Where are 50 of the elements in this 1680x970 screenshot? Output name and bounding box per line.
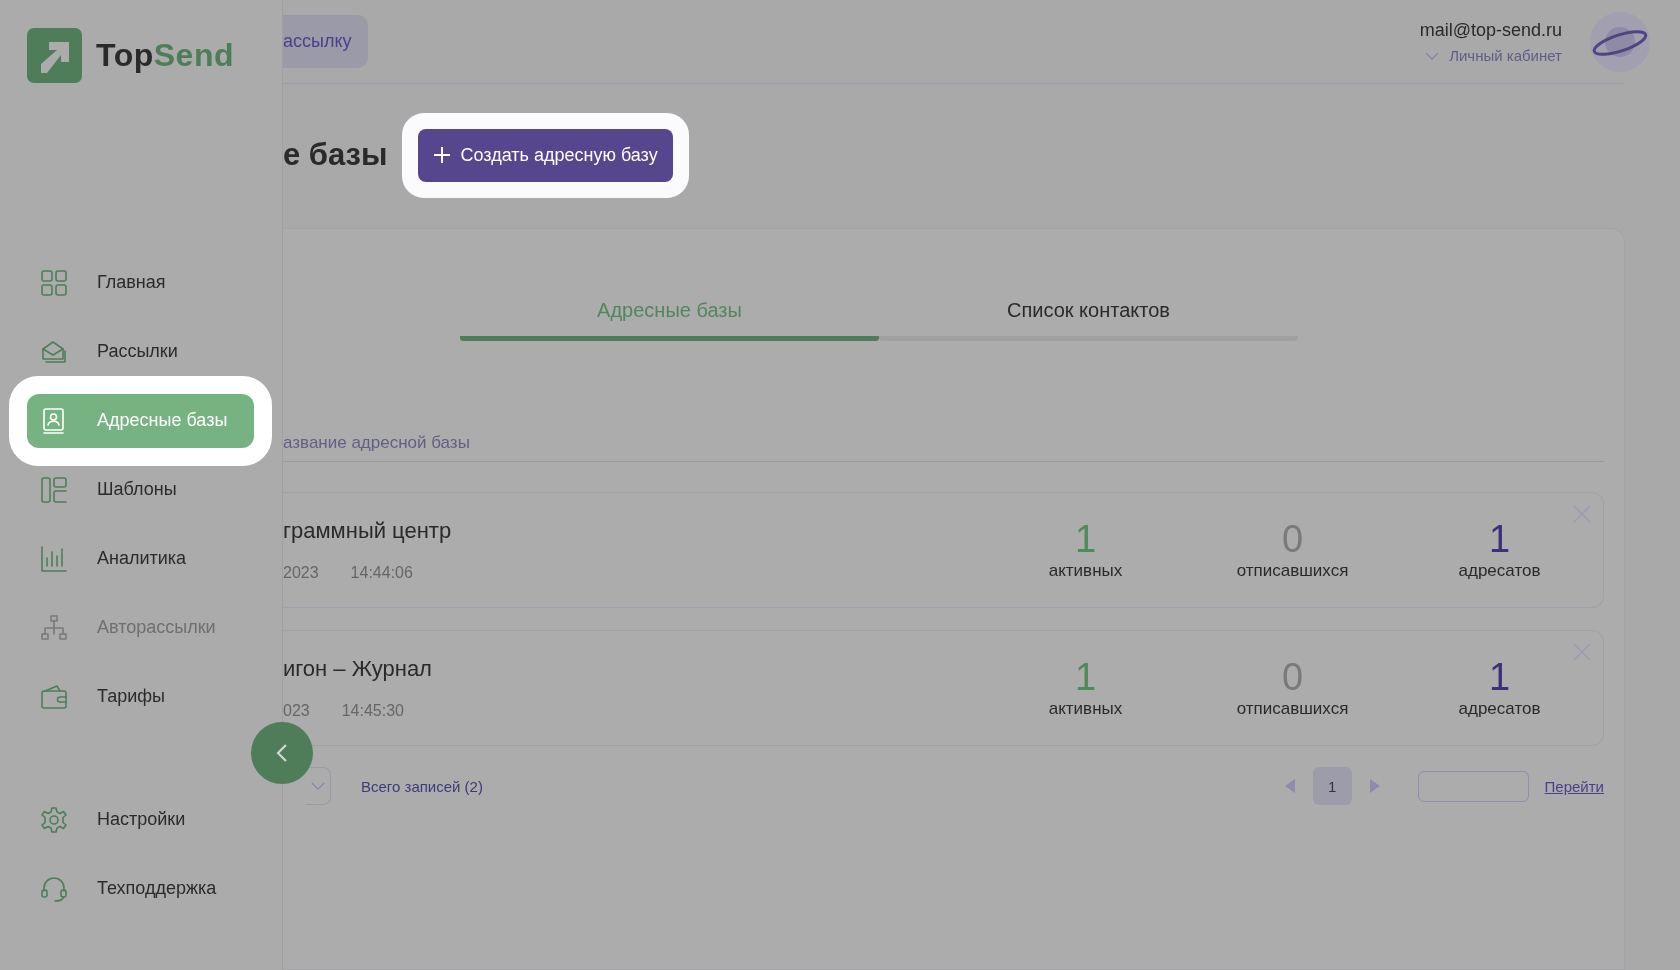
chevron-left-icon bbox=[275, 743, 289, 763]
stat-label: адресатов bbox=[1458, 561, 1541, 581]
stat-label: отписавшихся bbox=[1236, 699, 1349, 719]
chevron-down-icon bbox=[311, 781, 325, 791]
plus-icon bbox=[432, 146, 451, 164]
search-field[interactable]: азвание адресной базы bbox=[283, 433, 1604, 462]
sidebar-item[interactable]: Рассылки bbox=[27, 324, 254, 379]
wallet-icon bbox=[41, 683, 67, 710]
stat-label: адресатов bbox=[1458, 699, 1541, 719]
chevron-down-icon bbox=[1425, 50, 1440, 61]
user-email: mail@top-send.ru bbox=[1419, 20, 1562, 41]
stat-number: 1 bbox=[1074, 519, 1097, 559]
page-input[interactable] bbox=[1417, 770, 1529, 802]
total-records: Всего записей (2) bbox=[361, 777, 483, 795]
stat-number: 1 bbox=[1488, 657, 1511, 697]
next-page-icon[interactable] bbox=[1369, 779, 1380, 793]
sidebar-item[interactable]: Шаблоны bbox=[27, 462, 254, 517]
go-link[interactable]: Перейти bbox=[1544, 777, 1604, 795]
grid-icon bbox=[41, 269, 67, 296]
headset-icon bbox=[41, 875, 67, 902]
time-text: 14:44:06 bbox=[350, 564, 413, 582]
sidebar-item[interactable]: Аналитика bbox=[27, 531, 254, 586]
stat-number: 1 bbox=[1488, 519, 1511, 559]
contact-book-icon bbox=[41, 407, 67, 434]
tab[interactable]: Список контактов bbox=[879, 299, 1298, 341]
sidebar-item[interactable]: Тарифы bbox=[27, 669, 254, 724]
envelope-icon bbox=[41, 338, 67, 365]
header-button[interactable]: ассылку bbox=[283, 15, 368, 68]
page-button[interactable]: 1 bbox=[1312, 767, 1352, 805]
hierarchy-icon bbox=[41, 614, 67, 641]
settings-icon bbox=[41, 806, 67, 833]
layout-icon bbox=[41, 476, 67, 503]
date-text: 2023 bbox=[283, 564, 319, 582]
date-text: 023 bbox=[283, 702, 310, 720]
logo-text: TopSend bbox=[96, 37, 234, 74]
sidebar-item[interactable]: Главная bbox=[27, 255, 254, 310]
logo-icon bbox=[27, 28, 82, 83]
page-title: е базы bbox=[283, 137, 388, 173]
stat-label: активных bbox=[1048, 561, 1123, 581]
planet-avatar[interactable] bbox=[1590, 12, 1650, 72]
base-name: игон – Журнал bbox=[283, 656, 433, 682]
previous-page-icon[interactable] bbox=[1284, 779, 1295, 793]
sidebar-item[interactable]: Техподдержка bbox=[27, 861, 254, 916]
sidebar-item[interactable]: Настройки bbox=[27, 792, 254, 847]
bar-chart-icon bbox=[41, 545, 67, 572]
stat-label: отписавшихся bbox=[1236, 561, 1349, 581]
stat-number: 1 bbox=[1074, 657, 1097, 697]
stat-label: активных bbox=[1048, 699, 1123, 719]
time-text: 14:45:30 bbox=[341, 702, 404, 720]
base-name: граммный центр bbox=[283, 518, 453, 544]
